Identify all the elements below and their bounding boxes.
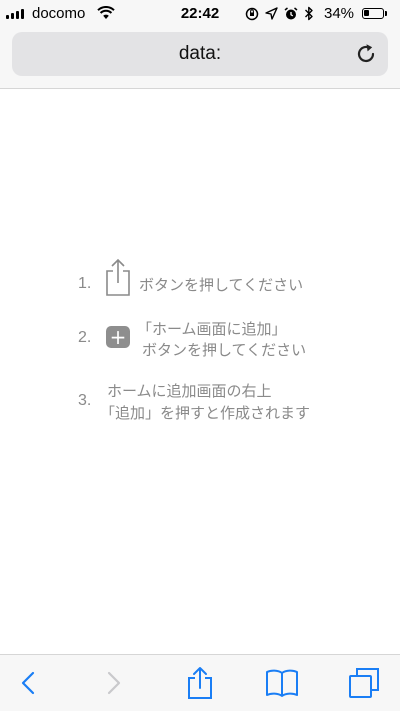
tabs-icon[interactable] [348,667,380,699]
step-3-text-line-2: 「追加」を押すと作成されます [100,404,311,422]
step-2-text-line-2: ボタンを押してください [142,341,307,359]
bookmarks-icon[interactable] [265,668,299,698]
browser-top-bar: data: [0,28,400,89]
tabs-button[interactable] [346,665,382,701]
battery-fill [364,10,369,16]
address-bar[interactable]: data: [12,32,388,76]
page-content: 1. ボタンを押してください 2. + 「ホーム画面に追加」 ボタンを押してくだ… [0,89,400,654]
share-icon [106,258,130,296]
screen-rotation-lock-icon [245,7,259,20]
browser-toolbar [0,654,400,711]
battery-percent: 34% [324,5,355,22]
forward-button[interactable] [96,665,132,701]
location-arrow-icon [265,7,278,20]
reload-icon[interactable] [354,42,378,66]
step-1-number: 1. [78,275,92,292]
battery-tip [385,11,387,16]
status-bar: docomo 22:42 34% [0,0,400,28]
share-button[interactable] [182,665,218,701]
bluetooth-icon [305,6,313,21]
url-text[interactable]: data: [12,43,388,65]
share-icon[interactable] [187,666,213,700]
plus-icon: + [106,326,130,348]
alarm-icon [284,6,298,19]
step-2-text-line-1: 「ホーム画面に追加」 [137,320,287,338]
forward-icon[interactable] [107,671,121,695]
back-button[interactable] [10,665,46,701]
step-3-text-line-1: ホームに追加画面の右上 [107,382,272,400]
battery-icon [362,8,384,19]
step-3-number: 3. [78,392,92,409]
bookmarks-button[interactable] [264,665,300,701]
status-icons [245,6,314,21]
step-2-number: 2. [78,329,92,346]
step-1-text: ボタンを押してください [139,276,304,294]
back-icon[interactable] [21,671,35,695]
